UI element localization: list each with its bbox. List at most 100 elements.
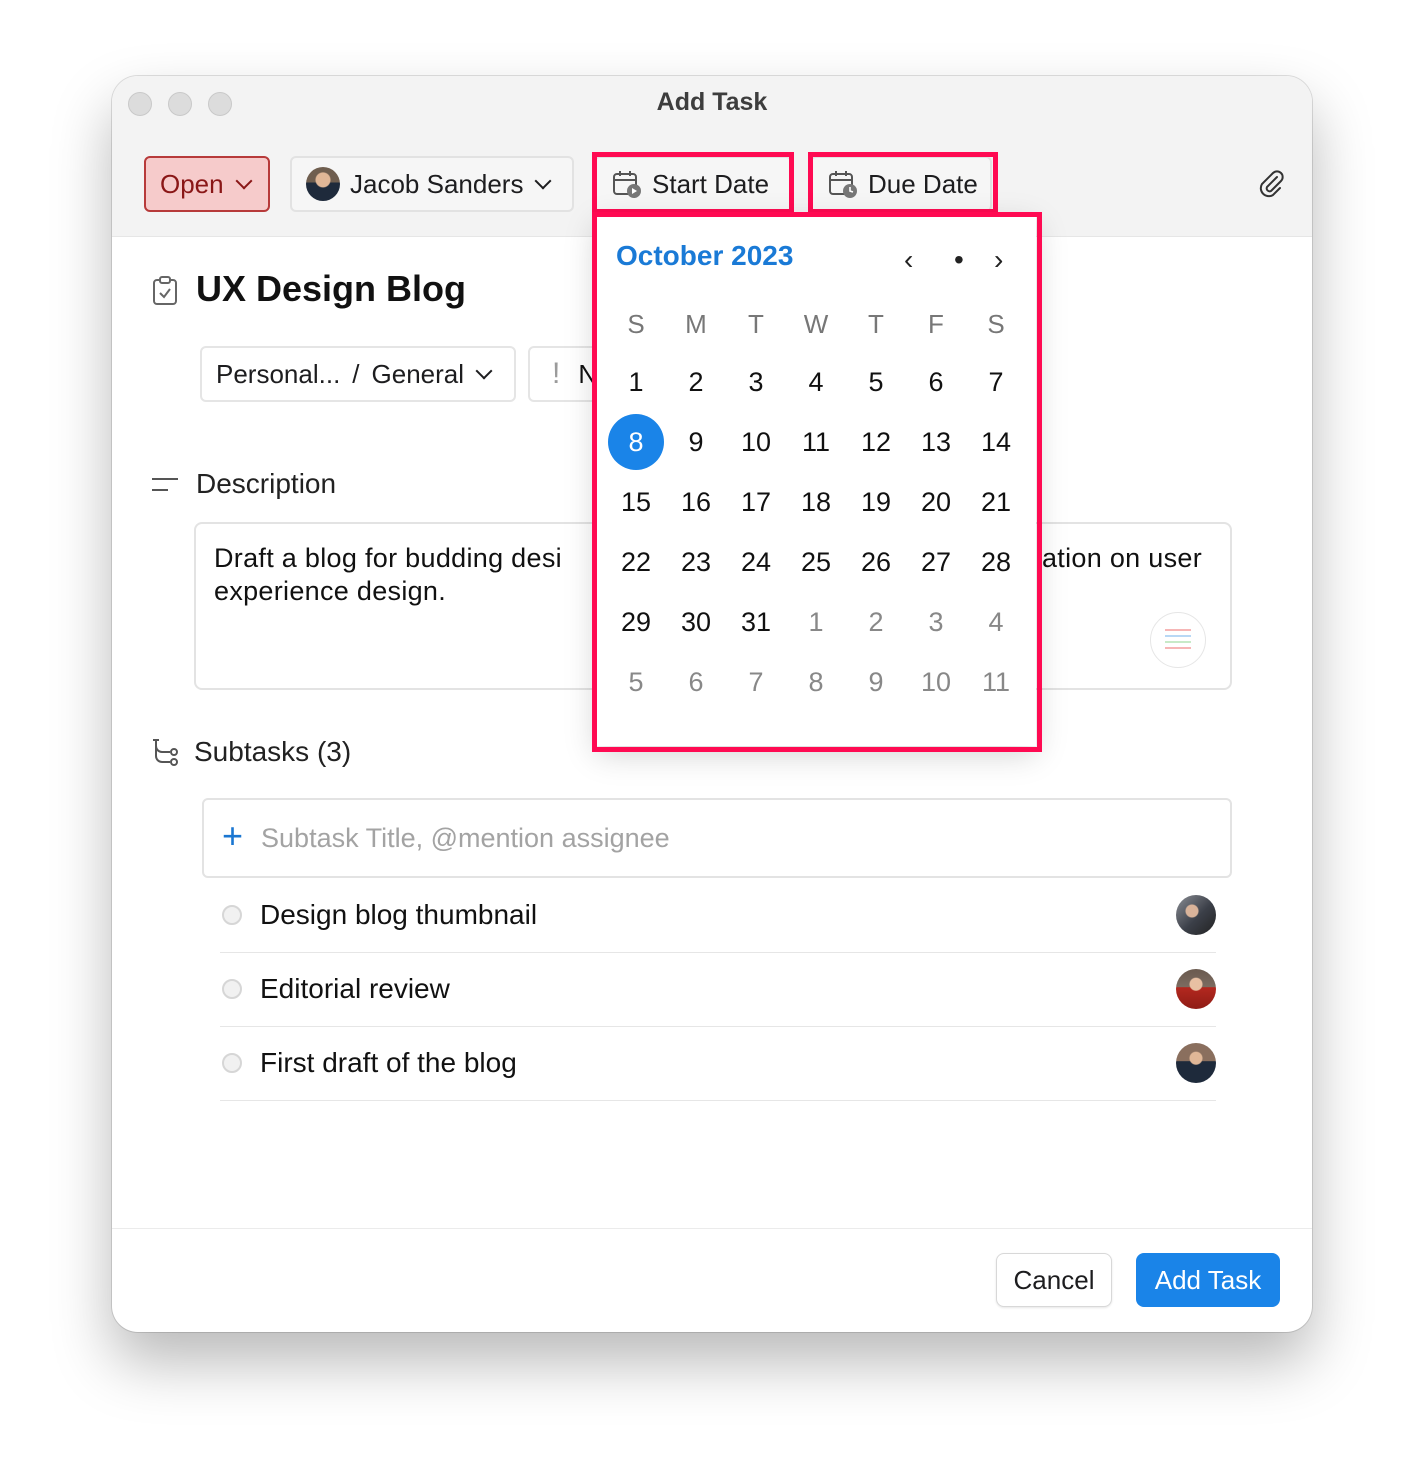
- subtask-checkbox[interactable]: [222, 979, 242, 999]
- list-item[interactable]: Editorial review: [220, 952, 1216, 1027]
- grammar-check-icon[interactable]: [1150, 612, 1206, 668]
- calendar-day[interactable]: 13: [906, 427, 966, 458]
- calendar-day-number: 18: [800, 486, 832, 517]
- calendar-day-number: 1: [628, 366, 644, 397]
- calendar-day[interactable]: 1: [786, 607, 846, 638]
- calendar-day[interactable]: 2: [666, 367, 726, 398]
- calendar-day[interactable]: 25: [786, 547, 846, 578]
- next-month-button[interactable]: ›: [994, 244, 1003, 276]
- calendar-day[interactable]: 14: [966, 427, 1026, 458]
- calendar-day[interactable]: 10: [906, 667, 966, 698]
- task-title[interactable]: UX Design Blog: [196, 268, 466, 310]
- calendar-day[interactable]: 5: [606, 667, 666, 698]
- weekday-header: S M T W T F S: [606, 296, 1026, 352]
- calendar-day[interactable]: 8: [786, 667, 846, 698]
- calendar-day[interactable]: 28: [966, 547, 1026, 578]
- calendar-day-number: 30: [680, 606, 712, 637]
- calendar-day[interactable]: 11: [966, 667, 1026, 698]
- start-date-button[interactable]: Start Date: [594, 156, 792, 212]
- calendar-day[interactable]: 2: [846, 607, 906, 638]
- calendar-day[interactable]: 27: [906, 547, 966, 578]
- calendar-day[interactable]: 26: [846, 547, 906, 578]
- list-selector[interactable]: Personal... / General: [200, 346, 516, 402]
- list-item[interactable]: Design blog thumbnail: [220, 878, 1216, 953]
- add-task-button[interactable]: Add Task: [1136, 1253, 1280, 1307]
- calendar-day[interactable]: 24: [726, 547, 786, 578]
- description-text-left: Draft a blog for budding desi: [214, 543, 562, 573]
- calendar-day-number: 8: [608, 414, 664, 470]
- calendar-day[interactable]: 7: [966, 367, 1026, 398]
- calendar-day-number: 5: [868, 366, 884, 397]
- calendar-day[interactable]: 17: [726, 487, 786, 518]
- calendar-day[interactable]: 11: [786, 427, 846, 458]
- calendar-day-number: 25: [800, 546, 832, 577]
- calendar-day[interactable]: 20: [906, 487, 966, 518]
- calendar-day-number: 16: [680, 486, 712, 517]
- calendar-day-number: 10: [920, 666, 952, 697]
- list-item[interactable]: First draft of the blog: [220, 1026, 1216, 1101]
- calendar-day[interactable]: 3: [906, 607, 966, 638]
- due-date-button[interactable]: Due Date: [810, 156, 992, 212]
- subtask-title: First draft of the blog: [260, 1047, 517, 1078]
- calendar-day-number: 8: [808, 666, 824, 697]
- calendar-day[interactable]: 21: [966, 487, 1026, 518]
- calendar-day[interactable]: 4: [966, 607, 1026, 638]
- calendar-week-row: 5 6 7 8 9 10 11: [606, 652, 1026, 712]
- calendar-day-number: 3: [748, 366, 764, 397]
- calendar-day-number: 11: [801, 426, 831, 457]
- calendar-day[interactable]: 22: [606, 547, 666, 578]
- calendar-day[interactable]: 6: [666, 667, 726, 698]
- calendar-day[interactable]: 7: [726, 667, 786, 698]
- calendar-day-number: 11: [981, 666, 1011, 697]
- footer: Cancel Add Task: [112, 1228, 1312, 1332]
- calendar-day-number: 13: [920, 426, 952, 457]
- calendar-day[interactable]: 5: [846, 367, 906, 398]
- calendar-day[interactable]: 31: [726, 607, 786, 638]
- assignee-dropdown[interactable]: Jacob Sanders: [290, 156, 574, 212]
- calendar-day-number: 31: [740, 606, 772, 637]
- today-button[interactable]: •: [954, 244, 964, 276]
- calendar-day[interactable]: 19: [846, 487, 906, 518]
- calendar-day[interactable]: 29: [606, 607, 666, 638]
- subtask-input[interactable]: + Subtask Title, @mention assignee: [202, 798, 1232, 878]
- priority-label: N: [578, 358, 598, 389]
- calendar-day[interactable]: 18: [786, 487, 846, 518]
- calendar-day[interactable]: 1: [606, 367, 666, 398]
- calendar-week-row: 15 16 17 18 19 20 21: [606, 472, 1026, 532]
- description-icon: [152, 478, 178, 491]
- cancel-button[interactable]: Cancel: [996, 1253, 1112, 1307]
- date-picker-popover: October 2023 ‹ • › S M T W T F S 1234567…: [596, 216, 1036, 746]
- calendar-day[interactable]: 3: [726, 367, 786, 398]
- prev-month-button[interactable]: ‹: [904, 244, 913, 276]
- calendar-day-number: 6: [928, 366, 944, 397]
- calendar-day-number: 2: [688, 366, 704, 397]
- calendar-day[interactable]: 10: [726, 427, 786, 458]
- weekday-label: S: [987, 308, 1005, 339]
- paperclip-icon[interactable]: [1256, 168, 1286, 198]
- calendar-day[interactable]: 4: [786, 367, 846, 398]
- calendar-day-number: 19: [860, 486, 892, 517]
- calendar-day[interactable]: 12: [846, 427, 906, 458]
- calendar-day-number: 12: [860, 426, 892, 457]
- calendar-week-row: 22 23 24 25 26 27 28: [606, 532, 1026, 592]
- subtasks-label: Subtasks (3): [194, 736, 352, 767]
- calendar-day[interactable]: 9: [846, 667, 906, 698]
- status-dropdown[interactable]: Open: [144, 156, 270, 212]
- calendar-day[interactable]: 30: [666, 607, 726, 638]
- calendar-month-label: October 2023: [616, 240, 794, 271]
- calendar-week-row: 1 2 3 4 5 6 7: [606, 352, 1026, 412]
- calendar-day[interactable]: 9: [666, 427, 726, 458]
- list-name: Personal...: [216, 358, 341, 389]
- calendar-day[interactable]: 16: [666, 487, 726, 518]
- subtasks-icon: [153, 739, 178, 766]
- calendar-day-selected[interactable]: 8: [606, 414, 666, 470]
- description-label: Description: [196, 468, 337, 499]
- due-date-label: Due Date: [868, 168, 978, 199]
- calendar-day[interactable]: 23: [666, 547, 726, 578]
- calendar-day[interactable]: 6: [906, 367, 966, 398]
- chevron-down-icon: [475, 362, 493, 380]
- subtask-checkbox[interactable]: [222, 1053, 242, 1073]
- subtask-checkbox[interactable]: [222, 905, 242, 925]
- calendar-play-icon: [613, 171, 641, 198]
- calendar-day[interactable]: 15: [606, 487, 666, 518]
